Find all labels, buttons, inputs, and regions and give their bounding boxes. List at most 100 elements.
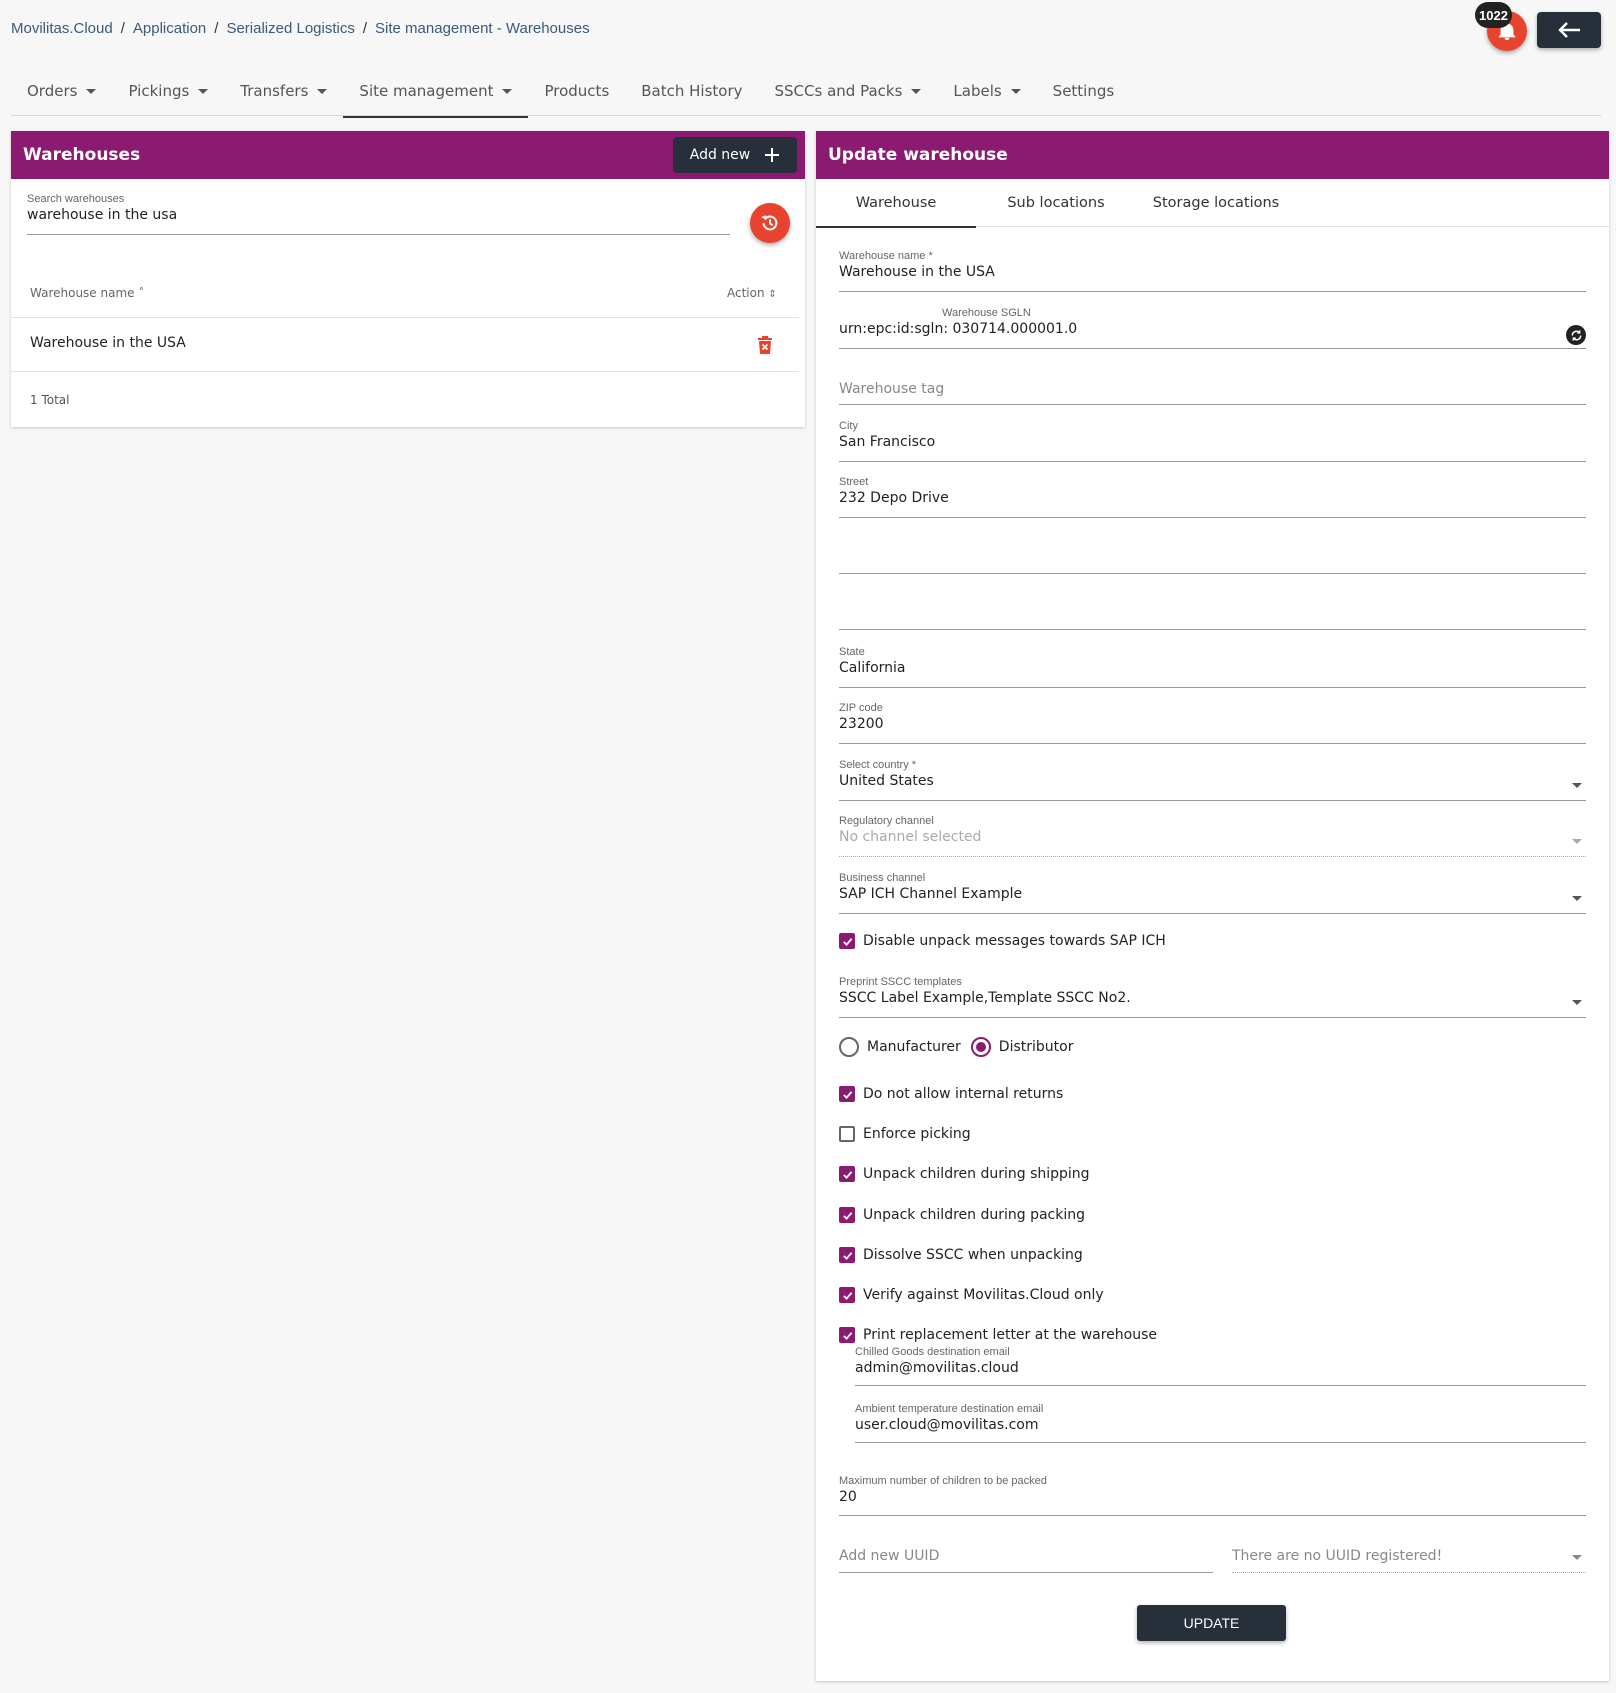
- zip-field[interactable]: ZIP code 23200: [839, 702, 1586, 744]
- caret-down-icon: [1572, 896, 1582, 901]
- breadcrumb-item[interactable]: Serialized Logistics: [226, 20, 354, 37]
- new-uuid-field[interactable]: Add new UUID: [839, 1538, 1213, 1573]
- history-icon: [761, 215, 778, 231]
- unpack-shipping-checkbox[interactable]: Unpack children during shipping: [839, 1166, 1090, 1182]
- warehouse-name-field[interactable]: Warehouse name * Warehouse in the USA: [839, 250, 1586, 292]
- search-input[interactable]: warehouse in the usa: [27, 207, 730, 223]
- checkbox-label: Unpack children during shipping: [863, 1166, 1090, 1182]
- reset-search-button[interactable]: [750, 203, 790, 243]
- ambient-email-input[interactable]: user.cloud@movilitas.com: [855, 1417, 1586, 1433]
- checkbox[interactable]: [839, 1086, 855, 1102]
- regulatory-channel-select[interactable]: Regulatory channel No channel selected: [839, 815, 1586, 857]
- breadcrumb-item[interactable]: Movilitas.Cloud: [11, 20, 113, 37]
- delete-button[interactable]: [757, 335, 773, 360]
- row-divider: [11, 371, 799, 372]
- warehouse-tag-input[interactable]: Warehouse tag: [839, 381, 1586, 397]
- nav-ssccs-and-packs[interactable]: SSCCs and Packs: [759, 66, 938, 116]
- preprint-sscc-select[interactable]: Preprint SSCC templates SSCC Label Examp…: [839, 976, 1586, 1018]
- plus-icon: [765, 148, 780, 162]
- caret-down-icon: [1572, 1000, 1582, 1005]
- business-channel-select[interactable]: Business channel SAP ICH Channel Example: [839, 872, 1586, 914]
- enforce-picking-checkbox[interactable]: Enforce picking: [839, 1126, 971, 1142]
- update-header: Update warehouse: [816, 131, 1609, 179]
- checkbox[interactable]: [839, 1247, 855, 1263]
- add-new-button[interactable]: Add new: [673, 137, 797, 173]
- print-replacement-checkbox[interactable]: Print replacement letter at the warehous…: [839, 1327, 1157, 1343]
- underline: [839, 348, 1586, 349]
- nav-site-management[interactable]: Site management: [343, 66, 529, 118]
- field-label: Regulatory channel: [839, 815, 934, 827]
- state-field[interactable]: State California: [839, 646, 1586, 688]
- checkbox[interactable]: [839, 1327, 855, 1343]
- check-icon: [842, 937, 852, 946]
- chilled-email-field[interactable]: Chilled Goods destination email admin@mo…: [855, 1346, 1586, 1386]
- underline: [27, 234, 730, 235]
- tab-storage-locations[interactable]: Storage locations: [1136, 179, 1296, 227]
- underline: [839, 913, 1586, 914]
- table-row[interactable]: Warehouse in the USA: [30, 335, 186, 351]
- sgln-input[interactable]: urn:epc:id:sgln: 030714.000001.0: [839, 321, 1586, 337]
- street-line-2-field[interactable]: [839, 532, 1586, 574]
- warehouse-tag-field[interactable]: Warehouse tag: [839, 370, 1586, 405]
- max-children-field[interactable]: Maximum number of children to be packed …: [839, 1475, 1586, 1516]
- city-input[interactable]: San Francisco: [839, 434, 1586, 450]
- city-field[interactable]: City San Francisco: [839, 420, 1586, 462]
- country-select[interactable]: Select country * United States: [839, 759, 1586, 801]
- nav-transfers[interactable]: Transfers: [224, 66, 343, 116]
- tab-sub-locations[interactable]: Sub locations: [976, 179, 1136, 227]
- uuid-select[interactable]: There are no UUID registered!: [1232, 1538, 1586, 1573]
- nav-settings[interactable]: Settings: [1037, 66, 1131, 116]
- ambient-email-field[interactable]: Ambient temperature destination email us…: [855, 1403, 1586, 1443]
- street-input[interactable]: 232 Depo Drive: [839, 490, 1586, 506]
- disable-unpack-checkbox[interactable]: Disable unpack messages towards SAP ICH: [839, 933, 1166, 949]
- nav-batch-history[interactable]: Batch History: [625, 66, 758, 116]
- max-children-input[interactable]: 20: [839, 1489, 1586, 1505]
- checkbox[interactable]: [839, 1166, 855, 1182]
- underline: [839, 1017, 1586, 1018]
- warehouse-name-input[interactable]: Warehouse in the USA: [839, 264, 1586, 280]
- nav-label: Site management: [359, 82, 494, 100]
- checkbox-label: Do not allow internal returns: [863, 1086, 1064, 1102]
- tab-warehouse[interactable]: Warehouse: [816, 179, 976, 228]
- radio-manufacturer[interactable]: [839, 1037, 859, 1057]
- regenerate-sgln-button[interactable]: [1566, 325, 1586, 345]
- dissolve-sscc-checkbox[interactable]: Dissolve SSCC when unpacking: [839, 1247, 1083, 1263]
- nav-labels[interactable]: Labels: [937, 66, 1036, 116]
- chilled-email-input[interactable]: admin@movilitas.cloud: [855, 1360, 1586, 1376]
- breadcrumb-item[interactable]: Application: [133, 20, 206, 37]
- street-line-3-field[interactable]: [839, 588, 1586, 630]
- warehouse-name-cell: Warehouse in the USA: [30, 335, 186, 351]
- column-label: Action: [727, 286, 765, 300]
- search-warehouses-field[interactable]: Search warehouses warehouse in the usa: [27, 193, 730, 235]
- checkbox[interactable]: [839, 933, 855, 949]
- street-field[interactable]: Street 232 Depo Drive: [839, 476, 1586, 518]
- check-icon: [842, 1291, 852, 1300]
- verify-movilitas-checkbox[interactable]: Verify against Movilitas.Cloud only: [839, 1287, 1104, 1303]
- underline: [839, 1572, 1213, 1573]
- nav-pickings[interactable]: Pickings: [112, 66, 224, 116]
- column-warehouse-name[interactable]: Warehouse name ˄: [30, 286, 144, 300]
- checkbox[interactable]: [839, 1287, 855, 1303]
- update-button[interactable]: UPDATE: [1137, 1605, 1286, 1641]
- underline: [839, 291, 1586, 292]
- checkbox[interactable]: [839, 1126, 855, 1142]
- nav-products[interactable]: Products: [528, 66, 625, 116]
- field-label: Street: [839, 476, 869, 488]
- zip-input[interactable]: 23200: [839, 716, 1586, 732]
- checkbox[interactable]: [839, 1207, 855, 1223]
- caret-down-icon: [1572, 839, 1582, 844]
- nav-label: SSCCs and Packs: [774, 82, 903, 100]
- warehouse-sgln-field[interactable]: Warehouse SGLN urn:epc:id:sgln: 030714.0…: [839, 307, 1586, 349]
- field-label: Ambient temperature destination email: [855, 1403, 1044, 1415]
- caret-down-icon: [1572, 1555, 1582, 1560]
- unpack-packing-checkbox[interactable]: Unpack children during packing: [839, 1207, 1085, 1223]
- underline: [839, 687, 1586, 688]
- radio-distributor[interactable]: [970, 1037, 991, 1057]
- back-button[interactable]: [1537, 12, 1601, 48]
- new-uuid-input[interactable]: Add new UUID: [839, 1548, 1213, 1564]
- column-action[interactable]: Action ⇕: [727, 286, 777, 300]
- nav-orders[interactable]: Orders: [11, 66, 112, 116]
- state-input[interactable]: California: [839, 660, 1586, 676]
- no-internal-returns-checkbox[interactable]: Do not allow internal returns: [839, 1086, 1063, 1102]
- breadcrumb-item[interactable]: Site management - Warehouses: [375, 20, 590, 37]
